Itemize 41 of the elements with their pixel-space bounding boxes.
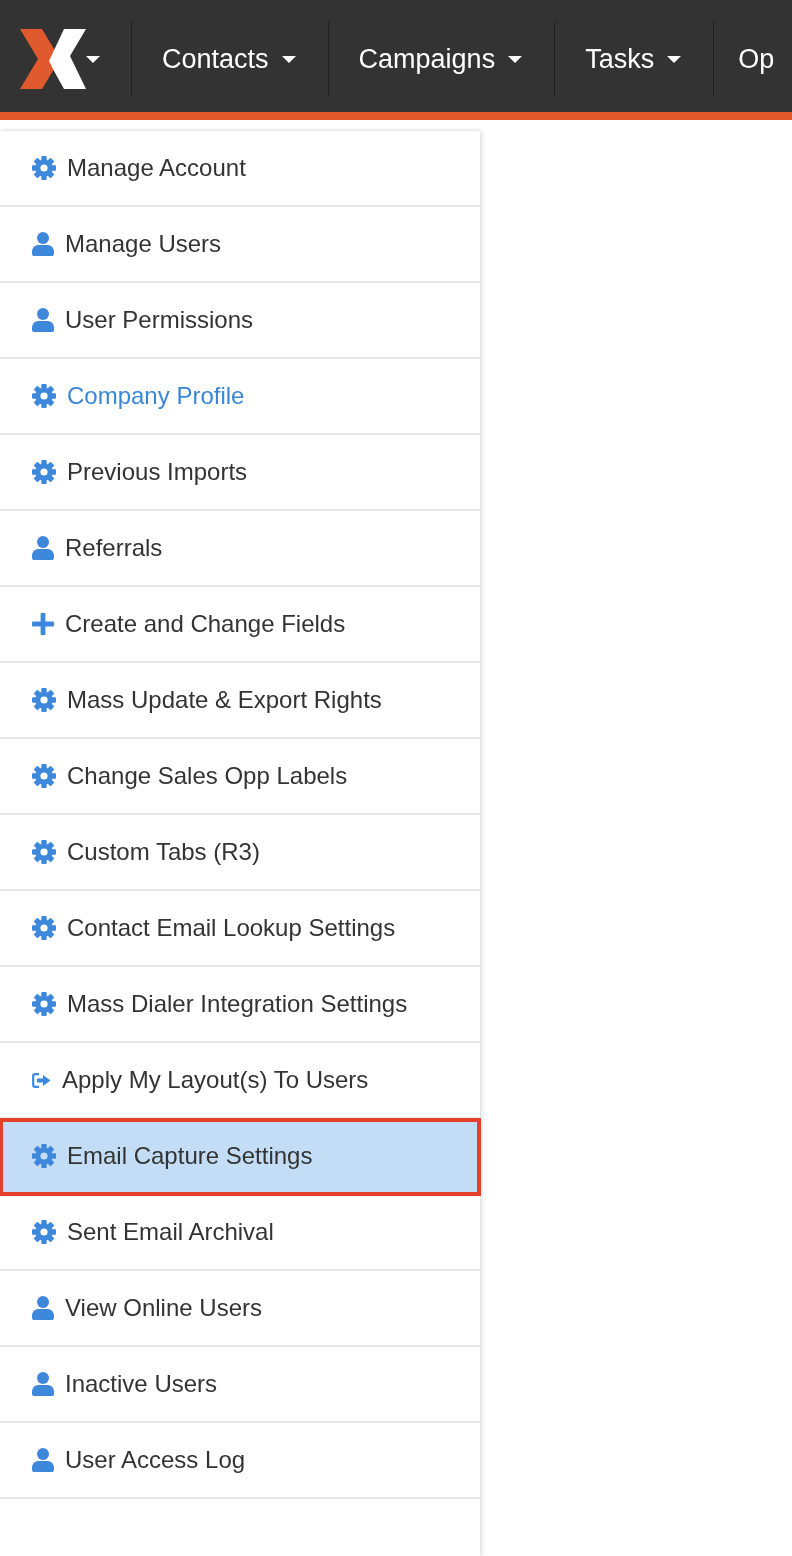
sidebar-item[interactable]: Create and Change Fields	[0, 587, 480, 663]
user-icon	[32, 1372, 54, 1396]
nav-menu-item[interactable]: Campaigns	[327, 22, 555, 96]
sidebar-item[interactable]: Manage Users	[0, 207, 480, 283]
arrow-box-icon	[32, 1072, 51, 1088]
sidebar-item[interactable]: Manage Account	[0, 131, 480, 207]
sidebar-item[interactable]: Sent Email Archival	[0, 1195, 480, 1271]
sidebar-item[interactable]: Change Sales Opp Labels	[0, 739, 480, 815]
nav-menu-item[interactable]: Contacts	[131, 22, 328, 96]
sidebar-item[interactable]: Custom Tabs (R3)	[0, 815, 480, 891]
sidebar-item[interactable]: Inactive Users	[0, 1347, 480, 1423]
sidebar-item[interactable]: Mass Update & Export Rights	[0, 663, 480, 739]
sidebar-item[interactable]: User Permissions	[0, 283, 480, 359]
gear-icon	[32, 916, 56, 940]
plus-icon	[32, 613, 54, 635]
gear-icon	[32, 384, 56, 408]
user-icon	[32, 308, 54, 332]
sidebar-item[interactable]: View Online Users	[0, 1271, 480, 1347]
caret-icon	[86, 55, 100, 63]
sidebar-item[interactable]: Contact Email Lookup Settings	[0, 891, 480, 967]
gear-icon	[32, 764, 56, 788]
user-icon	[32, 536, 54, 560]
gear-icon	[32, 460, 56, 484]
gear-icon	[32, 1220, 56, 1244]
user-icon	[32, 232, 54, 256]
user-icon	[32, 1296, 54, 1320]
sidebar-item[interactable]: Email Capture Settings	[0, 1119, 480, 1195]
sidebar-item[interactable]: User Access Log	[0, 1423, 480, 1499]
nav-menu-item[interactable]: Op	[713, 22, 775, 96]
gear-icon	[32, 840, 56, 864]
gear-icon	[32, 688, 56, 712]
sidebar-item[interactable]: Company Profile	[0, 359, 480, 435]
x-logo-icon	[20, 29, 86, 89]
sidebar-item[interactable]: Mass Dialer Integration Settings	[0, 967, 480, 1043]
gear-icon	[32, 1144, 56, 1168]
gear-icon	[32, 992, 56, 1016]
gear-icon	[32, 156, 56, 180]
sidebar-item[interactable]: Referrals	[0, 511, 480, 587]
user-icon	[32, 1448, 54, 1472]
nav-menu-item[interactable]: Tasks	[554, 22, 714, 96]
sidebar-item[interactable]: Previous Imports	[0, 435, 480, 511]
